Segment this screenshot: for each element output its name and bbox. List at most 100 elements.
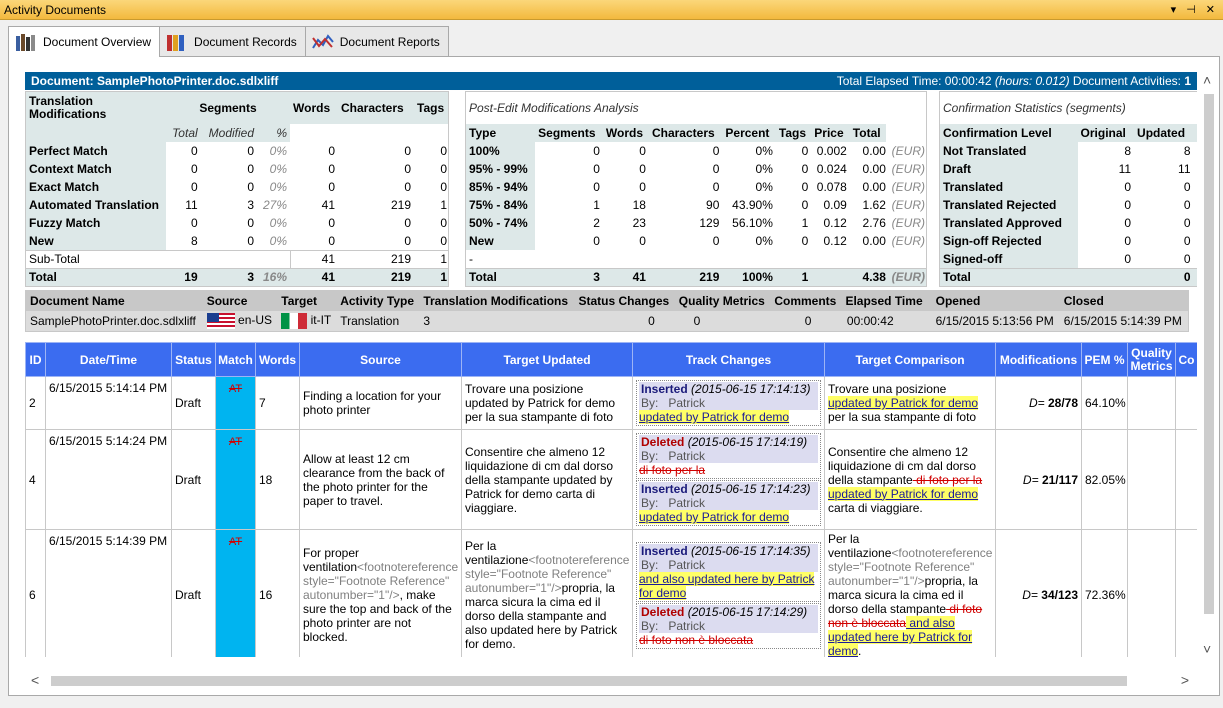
tab-document-overview[interactable]: Document Overview — [8, 26, 161, 57]
tm-cell: 41 — [321, 198, 335, 212]
pe-cell: 0 — [801, 162, 809, 176]
grid-header[interactable]: Date/Time — [45, 342, 172, 377]
cell-id: 6 — [25, 529, 46, 657]
vertical-scrollbar[interactable]: ˄ ˅ — [1201, 72, 1217, 657]
grid-header[interactable]: Quality Metrics — [1127, 342, 1176, 377]
pe-cell: 1 — [775, 267, 812, 286]
elapsed-hours: (hours: 0.012) — [994, 74, 1070, 88]
pe-row: 75% - 84% 1 18 90 43.90% 0 0.09 1.62 (EUR) — [466, 196, 926, 214]
cs-cell: 0' — [1194, 232, 1198, 250]
tm-cell: 0 — [247, 216, 255, 230]
tm-cell: 0% — [269, 162, 287, 176]
chart-icon — [311, 32, 334, 52]
close-icon[interactable]: ✕ — [1206, 3, 1215, 16]
mod-value: 28/78 — [1047, 396, 1078, 410]
cs-row-label: Draft — [940, 160, 1078, 178]
tab-label: Document Records — [194, 34, 297, 49]
scroll-left-icon[interactable]: < — [31, 672, 39, 688]
grid-header[interactable]: Co — [1175, 342, 1197, 377]
empty-cell — [722, 250, 775, 268]
pe-row-label: Total — [466, 267, 536, 286]
tm-row-label: New — [26, 232, 166, 250]
tm-cell: 0 — [440, 144, 447, 158]
tm-cell: 0 — [247, 162, 255, 176]
cell-target: Trovare una posizione updated by Patrick… — [461, 376, 633, 430]
cs-cell — [1193, 267, 1197, 286]
horizontal-scrollbar[interactable]: < > — [25, 672, 1197, 689]
cs-cell: 0' — [1194, 160, 1198, 178]
grid-header[interactable]: Status — [171, 342, 216, 377]
cs-cell: 0 — [1183, 198, 1191, 212]
grid-header[interactable]: Match — [215, 342, 256, 377]
dropdown-icon[interactable]: ▾ — [1171, 3, 1177, 16]
cell-pem: 64.10% — [1081, 376, 1128, 430]
pe-rows: 100% 0 0 0 0% 0 0.002 0.00 (EUR) 95% - 99% 0 0 0 0% 0 0… — [466, 142, 926, 286]
grid-header[interactable]: Modifications — [995, 342, 1082, 377]
target-text: Per la ventilazione — [465, 539, 529, 567]
table-row[interactable]: 4 6/15/2015 5:14:24 PM Draft AT 18 Allow… — [25, 429, 1197, 530]
tm-row-label: Total — [26, 267, 166, 286]
doc-qm: 0 — [693, 314, 701, 328]
overview-content: Document: SamplePhotoPrinter.doc.sdlxlif… — [25, 72, 1197, 657]
tm-cell: 0% — [269, 216, 287, 230]
cell-status: Draft — [171, 376, 216, 430]
tm-row: Total 19 3 16% 41 219 1 — [26, 267, 448, 286]
pe-cell: 0.00 — [862, 144, 886, 158]
pe-cell: 0.078 — [816, 180, 847, 194]
grid-header[interactable]: Words — [255, 342, 300, 377]
grid-header[interactable]: Target Updated — [461, 342, 633, 377]
cs-cell: 11 — [1118, 162, 1132, 176]
tm-cell: 0 — [328, 144, 335, 158]
scroll-up-icon[interactable]: ˄ — [1203, 72, 1211, 88]
pe-header: Segments — [535, 124, 603, 142]
vertical-scroll-thumb[interactable] — [1204, 94, 1214, 614]
pe-cell: 0 — [639, 144, 646, 158]
tm-cell: 0% — [269, 233, 287, 248]
horizontal-scroll-thumb[interactable] — [51, 676, 1127, 686]
pin-icon[interactable]: ⊣ — [1186, 3, 1196, 16]
tc-by: By: — [641, 557, 659, 572]
pe-header: Characters — [648, 124, 723, 142]
docinfo-row[interactable]: SamplePhotoPrinter.doc.sdlxliff en-US it… — [26, 311, 1189, 332]
docinfo-header: Activity Type — [336, 290, 420, 311]
cell-id: 2 — [25, 376, 46, 430]
docinfo-header: Source — [202, 290, 278, 311]
grid-header[interactable]: Track Changes — [632, 342, 825, 377]
cs-header: Confirmation Level — [940, 124, 1078, 142]
cs-row-label: Translated — [940, 178, 1078, 196]
table-row[interactable]: 6 6/15/2015 5:14:39 PM Draft AT 16 For p… — [25, 529, 1197, 657]
tab-document-records[interactable]: Document Records — [159, 26, 306, 56]
tm-characters-header: Characters — [338, 92, 414, 124]
tab-document-reports[interactable]: Document Reports — [304, 26, 449, 56]
pe-cell: 0 — [593, 144, 600, 158]
grid-header[interactable]: ID — [25, 342, 46, 377]
tm-rows: Perfect Match 0 0 0% 0 0 0 Context Match 0 0 0% 0 0 0… — [26, 142, 448, 286]
tm-cell: 41 — [290, 267, 338, 286]
pe-cell: 2 — [593, 216, 600, 230]
docinfo-header: Quality Metrics — [674, 290, 771, 311]
cs-cell: 0 — [1124, 234, 1132, 248]
tm-sub-total: Total — [166, 124, 201, 142]
cell-modifications: D= 21/117 — [995, 429, 1082, 530]
tm-row: Context Match 0 0 0% 0 0 0 — [26, 160, 448, 178]
mod-prefix: D= — [1022, 472, 1039, 487]
tc-type: Inserted — [641, 382, 688, 396]
cs-title: Confirmation Statistics (segments) — [943, 101, 1126, 115]
cell-target-comparison: Trovare una posizione updated by Patrick… — [824, 376, 996, 430]
table-row[interactable]: 2 6/15/2015 5:14:14 PM Draft AT 7 Findin… — [25, 376, 1197, 430]
scroll-right-icon[interactable]: > — [1181, 672, 1189, 688]
pe-row: New 0 0 0 0% 0 0.12 0.00 (EUR) — [466, 232, 926, 250]
tab-label: Document Reports — [339, 34, 440, 49]
match-badge: AT — [228, 436, 243, 448]
tm-cell: 0 — [440, 233, 447, 248]
segment-grid: ID Date/Time Status Match Words Source Target … — [25, 342, 1197, 657]
cell-date: 6/15/2015 5:14:39 PM — [45, 529, 172, 657]
doc-source: en-US — [203, 311, 278, 332]
scroll-down-icon[interactable]: ˅ — [1203, 641, 1211, 657]
grid-header[interactable]: PEM % — [1081, 342, 1128, 377]
tm-row-label: Context Match — [26, 160, 166, 178]
grid-header[interactable]: Target Comparison — [824, 342, 996, 377]
grid-header[interactable]: Source — [299, 342, 462, 377]
pe-header: Price — [811, 124, 850, 142]
